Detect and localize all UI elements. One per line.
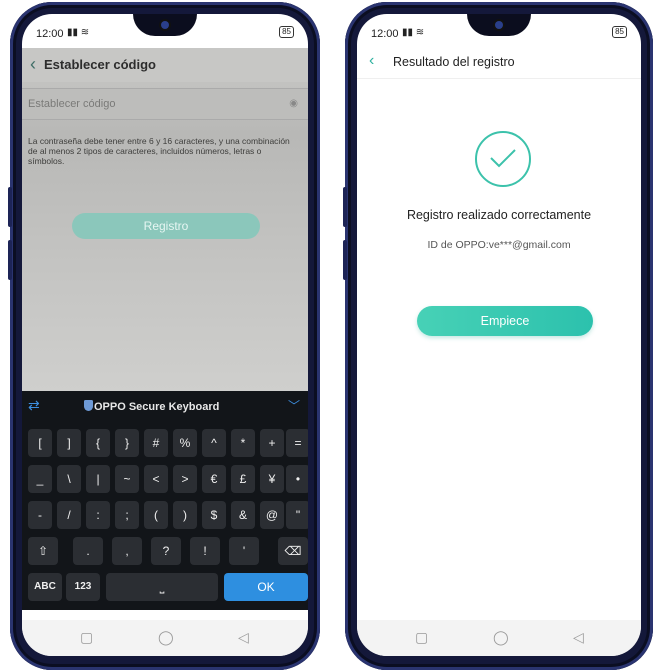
volume-button xyxy=(8,187,12,227)
front-camera xyxy=(495,21,503,29)
eye-icon[interactable]: ◉ xyxy=(289,98,298,109)
key[interactable]: } xyxy=(115,429,139,457)
key[interactable]: * xyxy=(231,429,255,457)
shield-icon xyxy=(84,400,93,411)
secure-keyboard: ⇄ OPPO Secure Keyboard ﹀ [ ] { } # % ^ *… xyxy=(22,391,308,610)
abc-key[interactable]: ABC xyxy=(28,573,62,601)
key[interactable]: ^ xyxy=(202,429,226,457)
key[interactable]: ? xyxy=(151,537,181,565)
keyboard-bar: ⇄ OPPO Secure Keyboard ﹀ xyxy=(22,391,308,423)
shift-key[interactable]: ⇧ xyxy=(28,537,58,565)
key[interactable]: £ xyxy=(231,465,255,493)
nav-bar: ▢ ◯ ◁ xyxy=(357,620,641,656)
start-button[interactable]: Empiece xyxy=(417,306,593,336)
status-time: 12:00 xyxy=(371,28,399,40)
key[interactable]: | xyxy=(86,465,110,493)
page-title: Establecer código xyxy=(44,57,156,72)
key[interactable]: @ xyxy=(260,501,284,529)
account-id: ID de OPPO:ve***@gmail.com xyxy=(427,239,571,251)
left-screen: 12:00 ▮▮ ≋ 85 ‹ Establecer código Establ… xyxy=(22,14,308,656)
key[interactable]: < xyxy=(144,465,168,493)
key[interactable]: + xyxy=(260,429,284,457)
key[interactable]: $ xyxy=(202,501,226,529)
status-time: 12:00 xyxy=(36,28,64,40)
swap-icon[interactable]: ⇄ xyxy=(28,397,40,414)
result-header: ‹ Resultado del registro xyxy=(357,48,641,79)
key[interactable]: / xyxy=(57,501,81,529)
space-key[interactable]: ⎵ xyxy=(106,573,218,601)
right-screen: 12:00 ▮▮ ≋ 85 ‹ Resultado del registro R… xyxy=(357,14,641,656)
triangle-back-icon[interactable]: ◁ xyxy=(573,629,584,646)
battery-icon: 85 xyxy=(612,26,627,38)
key[interactable]: : xyxy=(86,501,110,529)
numbers-key[interactable]: 123 xyxy=(66,573,100,601)
front-camera xyxy=(161,21,169,29)
key[interactable]: ~ xyxy=(115,465,139,493)
square-icon[interactable]: ▢ xyxy=(415,629,428,646)
key[interactable]: [ xyxy=(28,429,52,457)
keyboard-title: OPPO Secure Keyboard xyxy=(94,401,220,413)
password-hint: La contraseña debe tener entre 6 y 16 ca… xyxy=(28,136,290,166)
key[interactable]: _ xyxy=(28,465,52,493)
key-row: ⇧ . , ? ! ' ⌫ xyxy=(26,537,308,565)
key-row: [ ] { } # % ^ * + = xyxy=(26,429,308,457)
key[interactable]: % xyxy=(173,429,197,457)
photographed-screen: ‹ Establecer código Establecer código ◉ … xyxy=(22,48,308,391)
key[interactable]: ' xyxy=(229,537,259,565)
key-row: _ \ | ~ < > € £ ¥ • xyxy=(26,465,308,493)
key[interactable]: ¥ xyxy=(260,465,284,493)
back-arrow-icon[interactable]: ‹ xyxy=(369,52,374,70)
photo-header: ‹ Establecer código xyxy=(22,48,308,82)
key[interactable]: ] xyxy=(57,429,81,457)
key-row: ABC 123 ⎵ OK xyxy=(26,573,308,601)
key[interactable]: , xyxy=(112,537,142,565)
key[interactable]: " xyxy=(286,501,308,529)
square-icon[interactable]: ▢ xyxy=(80,629,93,646)
key[interactable]: ( xyxy=(144,501,168,529)
key[interactable]: = xyxy=(286,429,308,457)
key[interactable]: \ xyxy=(57,465,81,493)
key[interactable]: { xyxy=(86,429,110,457)
volume-button xyxy=(343,187,347,227)
back-arrow-icon[interactable]: ‹ xyxy=(30,54,36,75)
code-input-placeholder: Establecer código xyxy=(28,98,116,110)
key[interactable]: ; xyxy=(115,501,139,529)
key[interactable]: € xyxy=(202,465,226,493)
nav-bar: ▢ ◯ ◁ xyxy=(22,620,308,656)
chevron-down-icon[interactable]: ﹀ xyxy=(288,397,300,414)
backspace-icon[interactable]: ⌫ xyxy=(278,537,308,565)
ok-key[interactable]: OK xyxy=(224,573,308,601)
register-button[interactable]: Registro xyxy=(72,213,260,239)
key-row: - / : ; ( ) $ & @ " xyxy=(26,501,308,529)
key[interactable]: . xyxy=(73,537,103,565)
key[interactable]: > xyxy=(173,465,197,493)
key[interactable]: - xyxy=(28,501,52,529)
key[interactable]: & xyxy=(231,501,255,529)
volume-button xyxy=(343,240,347,280)
key[interactable]: • xyxy=(286,465,308,493)
left-phone: 12:00 ▮▮ ≋ 85 ‹ Establecer código Establ… xyxy=(8,2,320,670)
success-check-icon xyxy=(475,131,531,187)
signal-icon: ▮▮ ≋ xyxy=(402,27,425,38)
volume-button xyxy=(8,240,12,280)
circle-icon[interactable]: ◯ xyxy=(493,629,509,646)
signal-icon: ▮▮ ≋ xyxy=(67,27,90,38)
key[interactable]: # xyxy=(144,429,168,457)
key[interactable]: ! xyxy=(190,537,220,565)
key[interactable]: ) xyxy=(173,501,197,529)
success-message: Registro realizado correctamente xyxy=(406,208,592,222)
circle-icon[interactable]: ◯ xyxy=(158,629,174,646)
checkmark-icon xyxy=(490,149,516,168)
right-phone: 12:00 ▮▮ ≋ 85 ‹ Resultado del registro R… xyxy=(343,2,653,670)
code-input[interactable]: Establecer código ◉ xyxy=(22,88,308,120)
battery-icon: 85 xyxy=(279,26,294,38)
page-title: Resultado del registro xyxy=(393,55,515,69)
triangle-back-icon[interactable]: ◁ xyxy=(238,629,249,646)
